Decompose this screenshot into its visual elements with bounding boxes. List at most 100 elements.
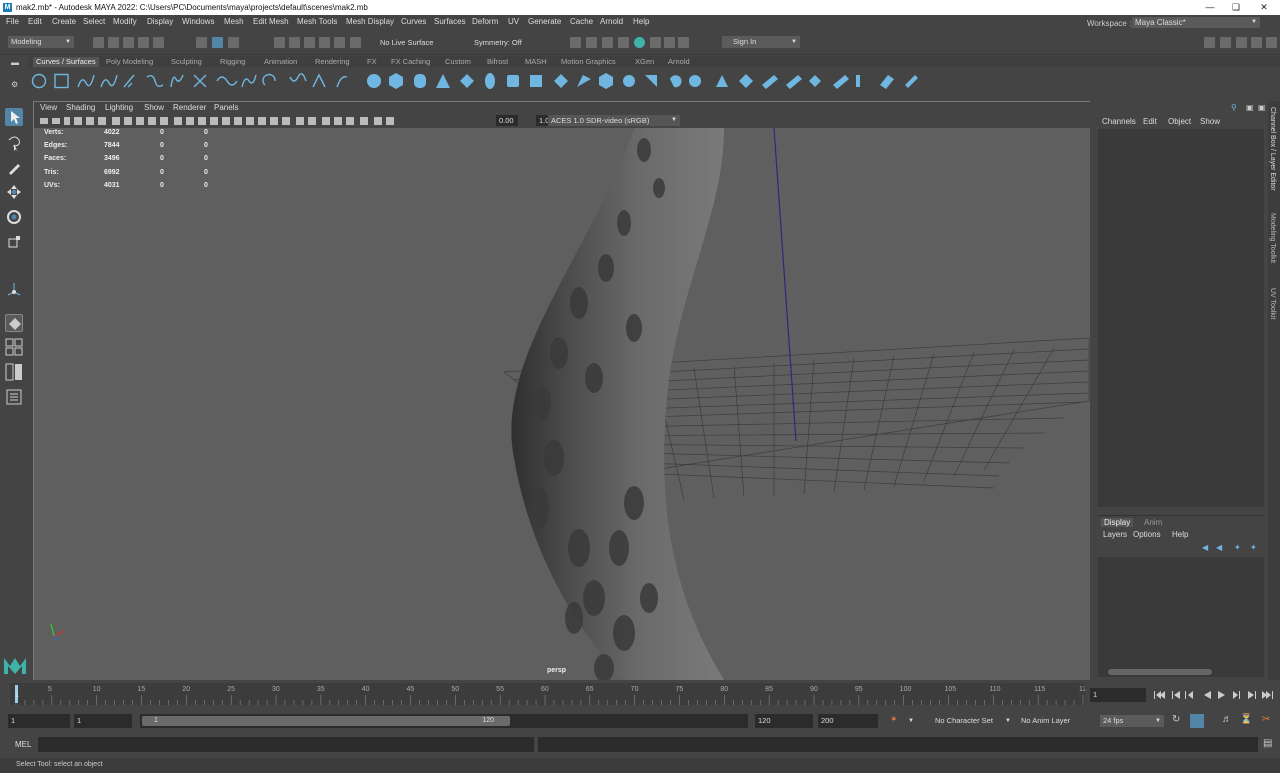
- layer-menu-options[interactable]: Options: [1133, 530, 1161, 539]
- redo-icon[interactable]: [153, 37, 164, 48]
- vp-menu-lighting[interactable]: Lighting: [105, 103, 133, 112]
- new-layer-icon[interactable]: ✦: [1234, 543, 1241, 552]
- four-view-layout-icon[interactable]: [5, 338, 23, 356]
- rotate-tool-icon[interactable]: [5, 208, 23, 226]
- menu-surfaces[interactable]: Surfaces: [434, 17, 466, 26]
- shelf-tab-rigging[interactable]: Rigging: [220, 57, 245, 66]
- menu-cache[interactable]: Cache: [570, 17, 593, 26]
- snap-point-icon[interactable]: [304, 37, 315, 48]
- auto-key-icon[interactable]: [1190, 714, 1204, 728]
- menu-edit-mesh[interactable]: Edit Mesh: [253, 17, 289, 26]
- hypershade-icon[interactable]: [634, 37, 645, 48]
- menu-uv[interactable]: UV: [508, 17, 519, 26]
- shelf-tab-arnold[interactable]: Arnold: [668, 57, 690, 66]
- undo-icon[interactable]: [138, 37, 149, 48]
- shelf-tab-xgen[interactable]: XGen: [635, 57, 654, 66]
- vp-menu-shading[interactable]: Shading: [66, 103, 95, 112]
- scene-end-field[interactable]: 200: [818, 714, 878, 728]
- lasso-tool-icon[interactable]: [5, 134, 23, 152]
- shelf-menu-icon[interactable]: ▬: [11, 58, 19, 67]
- shelf-tab-poly-modeling[interactable]: Poly Modeling: [106, 57, 153, 66]
- shelf-tab-motion-graphics[interactable]: Motion Graphics: [561, 57, 616, 66]
- range-slider-handle[interactable]: 1 120: [142, 716, 510, 726]
- character-key-icon[interactable]: ✶: [890, 714, 898, 725]
- vp-menu-panels[interactable]: Panels: [214, 103, 238, 112]
- snap-view-icon[interactable]: [319, 37, 330, 48]
- shelf-tab-fx-caching[interactable]: FX Caching: [391, 57, 430, 66]
- menu-display[interactable]: Display: [147, 17, 173, 26]
- exposure-field[interactable]: 0.00: [496, 115, 518, 126]
- two-view-layout-icon[interactable]: [5, 363, 23, 381]
- anim-prefs-icon[interactable]: ✂: [1262, 714, 1270, 725]
- live-surface-label[interactable]: No Live Surface: [380, 38, 433, 47]
- loop-icon[interactable]: ↻: [1172, 714, 1180, 725]
- character-set-dropdown[interactable]: ▼ No Character Set: [906, 715, 998, 727]
- cb-menu-object[interactable]: Object: [1168, 117, 1191, 126]
- time-slider-track[interactable]: 5 10 15 20 25 30 35 40 45 50 55 60 65 70 75 80 85 90 95 100…: [10, 683, 1085, 705]
- symmetry-label[interactable]: Symmetry: Off: [474, 38, 522, 47]
- shelf-tab-curves-surfaces[interactable]: Curves / Surfaces: [33, 57, 99, 67]
- command-input[interactable]: [38, 737, 534, 752]
- move-layer-up-icon[interactable]: ◀: [1202, 543, 1208, 552]
- render-sequence-icon[interactable]: [586, 37, 597, 48]
- attribute-editor-icon[interactable]: [1220, 37, 1231, 48]
- command-language-label[interactable]: MEL: [15, 740, 31, 749]
- side-tab-modeling-toolkit[interactable]: Modeling Toolkit: [1269, 213, 1276, 263]
- menu-file[interactable]: File: [6, 17, 19, 26]
- shelf-tab-rendering[interactable]: Rendering: [315, 57, 350, 66]
- panel-close-icon[interactable]: ▣: [1258, 103, 1266, 112]
- vp-menu-renderer[interactable]: Renderer: [173, 103, 206, 112]
- scale-tool-icon[interactable]: [5, 233, 23, 251]
- menu-edit[interactable]: Edit: [28, 17, 42, 26]
- menu-mesh-display[interactable]: Mesh Display: [346, 17, 394, 26]
- menu-help[interactable]: Help: [633, 17, 649, 26]
- layout-icon[interactable]: ▣: [1246, 103, 1254, 112]
- snap-curve-icon[interactable]: [289, 37, 300, 48]
- cb-menu-edit[interactable]: Edit: [1143, 117, 1157, 126]
- anim-layer-dropdown[interactable]: ▼ No Anim Layer: [1003, 715, 1095, 727]
- cb-menu-channels[interactable]: Channels: [1102, 117, 1136, 126]
- current-frame-field[interactable]: 1: [1090, 688, 1146, 702]
- menu-windows[interactable]: Windows: [182, 17, 214, 26]
- shelf-tab-bifrost[interactable]: Bifrost: [487, 57, 508, 66]
- menu-mesh[interactable]: Mesh: [224, 17, 244, 26]
- menu-modify[interactable]: Modify: [113, 17, 137, 26]
- fps-dropdown[interactable]: 24 fps ▼: [1100, 715, 1164, 727]
- shelf-tab-animation[interactable]: Animation: [264, 57, 297, 66]
- side-tab-uv-toolkit[interactable]: UV Toolkit: [1269, 288, 1276, 319]
- new-layer-selected-icon[interactable]: ✦: [1250, 543, 1257, 552]
- render-settings-icon[interactable]: [618, 37, 629, 48]
- menu-generate[interactable]: Generate: [528, 17, 561, 26]
- menu-set-dropdown[interactable]: Modeling ▼: [8, 36, 74, 48]
- scene-start-field[interactable]: 1: [8, 714, 70, 728]
- cb-menu-show[interactable]: Show: [1200, 117, 1220, 126]
- restore-icon[interactable]: ❏: [1222, 0, 1250, 15]
- workspace-dropdown[interactable]: Maya Classic* ▼: [1132, 17, 1260, 28]
- new-scene-icon[interactable]: [93, 37, 104, 48]
- shelf-tab-custom[interactable]: Custom: [445, 57, 471, 66]
- single-perspective-layout-icon[interactable]: [5, 314, 23, 332]
- menu-curves[interactable]: Curves: [401, 17, 426, 26]
- layer-menu-help[interactable]: Help: [1172, 530, 1188, 539]
- channel-box-list[interactable]: [1098, 129, 1264, 507]
- color-space-dropdown[interactable]: ACES 1.0 SDR-video (sRGB) ▼: [548, 115, 680, 126]
- select-object-icon[interactable]: [212, 37, 223, 48]
- shelf-tab-sculpting[interactable]: Sculpting: [171, 57, 202, 66]
- open-scene-icon[interactable]: [108, 37, 119, 48]
- menu-create[interactable]: Create: [52, 17, 76, 26]
- layer-scrollbar[interactable]: [1108, 669, 1212, 675]
- select-component-icon[interactable]: [228, 37, 239, 48]
- tool-settings-icon[interactable]: [1236, 37, 1247, 48]
- menu-mesh-tools[interactable]: Mesh Tools: [297, 17, 337, 26]
- arnold-render-icon[interactable]: [650, 37, 661, 48]
- arnold-ipr-icon[interactable]: [664, 37, 675, 48]
- time-slider[interactable]: 5 10 15 20 25 30 35 40 45 50 55 60 65 70 75 80 85 90 95 100…: [0, 683, 1280, 709]
- snap-grid-icon[interactable]: [274, 37, 285, 48]
- outliner-layout-icon[interactable]: [5, 388, 23, 406]
- render-frame-icon[interactable]: [570, 37, 581, 48]
- range-slider-track[interactable]: 1 120: [140, 714, 748, 728]
- script-editor-icon[interactable]: ▤: [1263, 738, 1272, 749]
- shelf-settings-icon[interactable]: ⚙: [11, 80, 18, 89]
- select-hierarchy-icon[interactable]: [196, 37, 207, 48]
- pin-icon[interactable]: ⚲: [1231, 103, 1237, 112]
